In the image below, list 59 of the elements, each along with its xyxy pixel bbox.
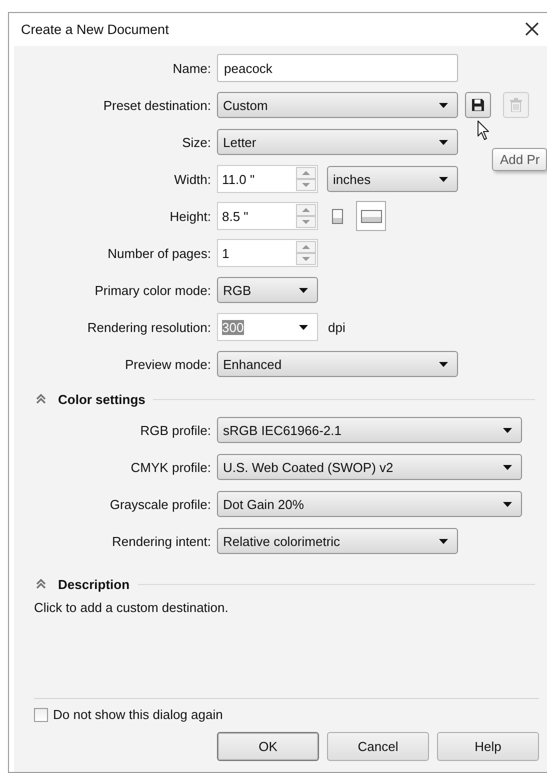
window-title: Create a New Document xyxy=(21,22,169,36)
field-label: Width: xyxy=(173,172,212,186)
checkbox[interactable] xyxy=(34,708,48,722)
caret-icon xyxy=(439,140,448,144)
landscape-button[interactable] xyxy=(356,201,386,231)
close-icon[interactable] xyxy=(525,22,539,36)
field-label: Height: xyxy=(168,208,212,224)
dropdown[interactable]: Letter xyxy=(217,129,458,155)
cursor-icon xyxy=(477,120,491,141)
caret-icon xyxy=(299,288,308,292)
caret-icon xyxy=(503,428,512,432)
number-field[interactable]: 1 xyxy=(217,239,318,267)
portrait-page-icon xyxy=(332,208,342,224)
caret-icon xyxy=(439,538,448,544)
field-label: Name: xyxy=(172,60,212,76)
collapse-icon[interactable] xyxy=(36,394,46,404)
caret-icon xyxy=(299,324,308,330)
save-button[interactable] xyxy=(465,92,491,118)
collapse-icon[interactable] xyxy=(36,579,46,589)
field-label: Grayscale profile: xyxy=(108,496,212,512)
caret-icon xyxy=(503,464,512,470)
spin-buttons[interactable] xyxy=(296,167,316,191)
caret-icon xyxy=(503,502,512,506)
caret-icon xyxy=(439,362,448,366)
number-field[interactable]: 11.0 " xyxy=(217,165,318,193)
unit-dropdown[interactable]: inches xyxy=(327,166,458,192)
dropdown[interactable]: Relative colorimetric xyxy=(217,528,458,554)
caret-icon xyxy=(439,176,448,182)
checkbox-label: Do not show this dialog again xyxy=(53,707,223,722)
landscape-page-icon xyxy=(360,210,382,222)
number-field[interactable]: 8.5 " xyxy=(217,202,318,230)
tooltip: Add Pr xyxy=(492,148,547,171)
description-text: Click to add a custom destination. xyxy=(34,600,230,615)
dropdown[interactable]: Dot Gain 20% xyxy=(217,491,522,517)
field-label: Primary color mode: xyxy=(94,282,212,298)
dropdown[interactable]: Enhanced xyxy=(217,351,458,377)
field-label: RGB profile: xyxy=(139,422,212,438)
field-label: Rendering resolution: xyxy=(86,320,212,334)
field-label: Preview mode: xyxy=(124,356,212,372)
section-title: Color settings xyxy=(58,392,146,406)
dropdown[interactable]: sRGB IEC61966-2.1 xyxy=(217,417,522,443)
spin-buttons[interactable] xyxy=(296,241,316,265)
caret-icon xyxy=(439,102,448,108)
field-label: Rendering intent: xyxy=(110,534,212,548)
unit-label: dpi xyxy=(328,320,346,334)
field-label: Preset destination: xyxy=(102,98,212,112)
section-title: Description xyxy=(58,576,130,592)
dropdown[interactable]: Custom xyxy=(217,92,458,118)
dropdown[interactable]: RGB xyxy=(217,277,318,303)
dropdown[interactable]: U.S. Web Coated (SWOP) v2 xyxy=(217,454,522,480)
field-label: Size: xyxy=(181,134,212,150)
dialog-button[interactable]: OK xyxy=(217,732,319,761)
name-field[interactable]: peacock xyxy=(217,54,458,82)
dialog-button[interactable]: Help xyxy=(437,732,539,761)
field-label: Number of pages: xyxy=(106,246,212,260)
dialog-button[interactable]: Cancel xyxy=(327,732,429,761)
spin-buttons[interactable] xyxy=(296,204,316,228)
trash-icon xyxy=(510,98,522,112)
field-label: CMYK profile: xyxy=(130,460,212,474)
